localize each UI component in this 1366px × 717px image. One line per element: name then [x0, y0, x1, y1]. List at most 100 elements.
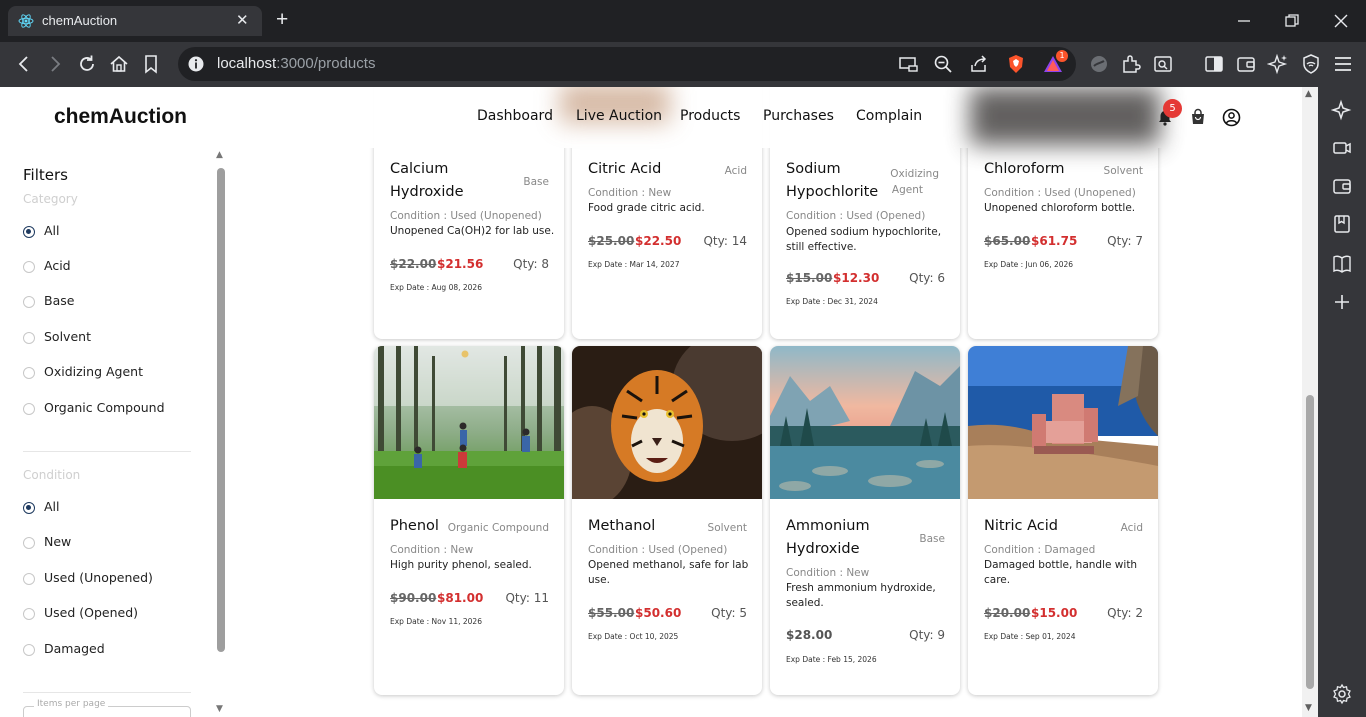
- product-name: Ammonium: [786, 518, 870, 534]
- category-option-solvent[interactable]: Solvent: [23, 328, 193, 348]
- product-image-children-forest: [374, 346, 564, 499]
- page-scroll-down-icon[interactable]: ▼: [1305, 703, 1312, 713]
- minimize-icon[interactable]: [1233, 10, 1255, 32]
- new-tab-button[interactable]: +: [276, 8, 288, 32]
- product-old-price: $20.00: [984, 606, 1031, 620]
- brand-logo[interactable]: chemAuction: [54, 105, 187, 129]
- radio[interactable]: [23, 403, 35, 415]
- talk-icon[interactable]: [1331, 137, 1353, 159]
- items-per-page-select[interactable]: Items per page: [23, 699, 191, 717]
- browser-sidebar-panel: [1318, 87, 1366, 717]
- product-qty: Qty: 2: [1107, 606, 1143, 620]
- filters-scrollbar-thumb[interactable]: [217, 168, 225, 652]
- forward-icon[interactable]: [44, 53, 66, 75]
- reading-list-icon[interactable]: [1331, 253, 1353, 275]
- radio[interactable]: [23, 644, 35, 656]
- radio[interactable]: [23, 332, 35, 344]
- page-scrollbar[interactable]: ▲ ▼: [1302, 87, 1318, 717]
- page-scrollbar-thumb[interactable]: [1306, 395, 1314, 689]
- brave-shields-icon[interactable]: [1005, 53, 1027, 75]
- nav-purchases[interactable]: Purchases: [763, 108, 834, 124]
- reload-icon[interactable]: [76, 53, 98, 75]
- condition-option-damaged[interactable]: Damaged: [23, 640, 193, 660]
- notification-badge: 5: [1163, 99, 1182, 118]
- product-exp-date: Exp Date : Mar 14, 2027: [588, 260, 680, 269]
- tab-close-button[interactable]: ✕: [236, 11, 249, 29]
- product-condition: Condition : Damaged: [984, 544, 1096, 556]
- category-option-organic-compound[interactable]: Organic Compound: [23, 399, 193, 419]
- condition-option-new[interactable]: New: [23, 533, 193, 553]
- product-card[interactable]: Ammonium Hydroxide Base Condition : New …: [770, 346, 960, 695]
- scroll-up-arrow-icon[interactable]: ▲: [216, 150, 223, 160]
- cast-icon[interactable]: [897, 53, 919, 75]
- wallet-sidebar-icon[interactable]: [1331, 175, 1353, 197]
- product-price: $22.50: [635, 234, 682, 248]
- back-icon[interactable]: [13, 53, 35, 75]
- browser-tab[interactable]: chemAuction ✕: [8, 6, 262, 36]
- product-category: Base: [523, 176, 549, 188]
- address-bar[interactable]: localhost:3000/products 1: [178, 47, 1076, 81]
- condition-label: Condition: [23, 468, 81, 482]
- sidebar-settings-icon[interactable]: [1331, 683, 1353, 705]
- nav-live-auction[interactable]: Live Auction: [576, 108, 662, 124]
- condition-option-used-opened[interactable]: Used (Opened): [23, 604, 193, 624]
- condition-option-all[interactable]: All: [23, 498, 193, 518]
- radio[interactable]: [23, 261, 35, 273]
- extensions-icon[interactable]: [1120, 53, 1142, 75]
- shopping-bag-icon[interactable]: [1189, 108, 1207, 126]
- product-exp-date: Exp Date : Dec 31, 2024: [786, 297, 878, 306]
- nav-complain[interactable]: Complain: [856, 108, 922, 124]
- leo-sidebar-icon[interactable]: [1331, 99, 1353, 121]
- wallet-icon[interactable]: [1235, 53, 1257, 75]
- product-old-price: $25.00: [588, 234, 635, 248]
- product-card[interactable]: Phenol Organic Compound Condition : New …: [374, 346, 564, 695]
- product-name: Calcium: [390, 161, 449, 177]
- vpn-icon[interactable]: [1088, 53, 1110, 75]
- restore-icon[interactable]: [1281, 10, 1303, 32]
- share-icon[interactable]: [968, 53, 990, 75]
- page-scroll-up-icon[interactable]: ▲: [1305, 89, 1312, 99]
- radio[interactable]: [23, 367, 35, 379]
- bookmark-icon[interactable]: [140, 53, 162, 75]
- brave-vpn-shield-icon[interactable]: [1300, 53, 1322, 75]
- site-info-icon[interactable]: [187, 55, 205, 73]
- product-card[interactable]: Methanol Solvent Condition : Used (Opene…: [572, 346, 762, 695]
- condition-option-used-unopened[interactable]: Used (Unopened): [23, 569, 193, 589]
- account-icon[interactable]: [1222, 108, 1241, 127]
- menu-icon[interactable]: [1332, 53, 1354, 75]
- sidebar-toggle-icon[interactable]: [1203, 53, 1225, 75]
- radio[interactable]: [23, 537, 35, 549]
- product-category: Organic Compound: [447, 522, 549, 534]
- radio[interactable]: [23, 296, 35, 308]
- scroll-down-arrow-icon[interactable]: ▼: [216, 704, 223, 714]
- category-option-oxidizing-agent[interactable]: Oxidizing Agent: [23, 363, 193, 383]
- add-sidebar-icon[interactable]: [1331, 291, 1353, 313]
- product-name: Nitric Acid: [984, 518, 1059, 534]
- product-category: Base: [919, 533, 945, 545]
- product-price: $12.30: [833, 271, 880, 285]
- radio[interactable]: [23, 573, 35, 585]
- tab-title: chemAuction: [42, 13, 118, 28]
- product-card[interactable]: Nitric Acid Acid Condition : Damaged Dam…: [968, 346, 1158, 695]
- product-exp-date: Exp Date : Feb 15, 2026: [786, 655, 877, 664]
- product-qty: Qty: 11: [505, 591, 549, 605]
- radio-selected[interactable]: [23, 226, 35, 238]
- product-exp-date: Exp Date : Aug 08, 2026: [390, 283, 482, 292]
- leo-ai-icon[interactable]: [1267, 53, 1289, 75]
- product-old-price: $65.00: [984, 234, 1031, 248]
- close-window-icon[interactable]: [1330, 10, 1352, 32]
- nav-dashboard[interactable]: Dashboard: [477, 108, 553, 124]
- radio-selected[interactable]: [23, 502, 35, 514]
- bookmarks-sidebar-icon[interactable]: [1331, 213, 1353, 235]
- home-icon[interactable]: [108, 53, 130, 75]
- zoom-out-icon[interactable]: [932, 53, 954, 75]
- product-category: Acid: [724, 165, 747, 177]
- radio[interactable]: [23, 608, 35, 620]
- category-option-all[interactable]: All: [23, 222, 193, 242]
- product-description: Unopened chloroform bottle.: [984, 202, 1136, 214]
- category-option-base[interactable]: Base: [23, 292, 193, 312]
- reader-icon[interactable]: [1152, 53, 1174, 75]
- nav-products[interactable]: Products: [680, 108, 740, 124]
- product-description: Food grade citric acid.: [588, 202, 705, 214]
- category-option-acid[interactable]: Acid: [23, 257, 193, 277]
